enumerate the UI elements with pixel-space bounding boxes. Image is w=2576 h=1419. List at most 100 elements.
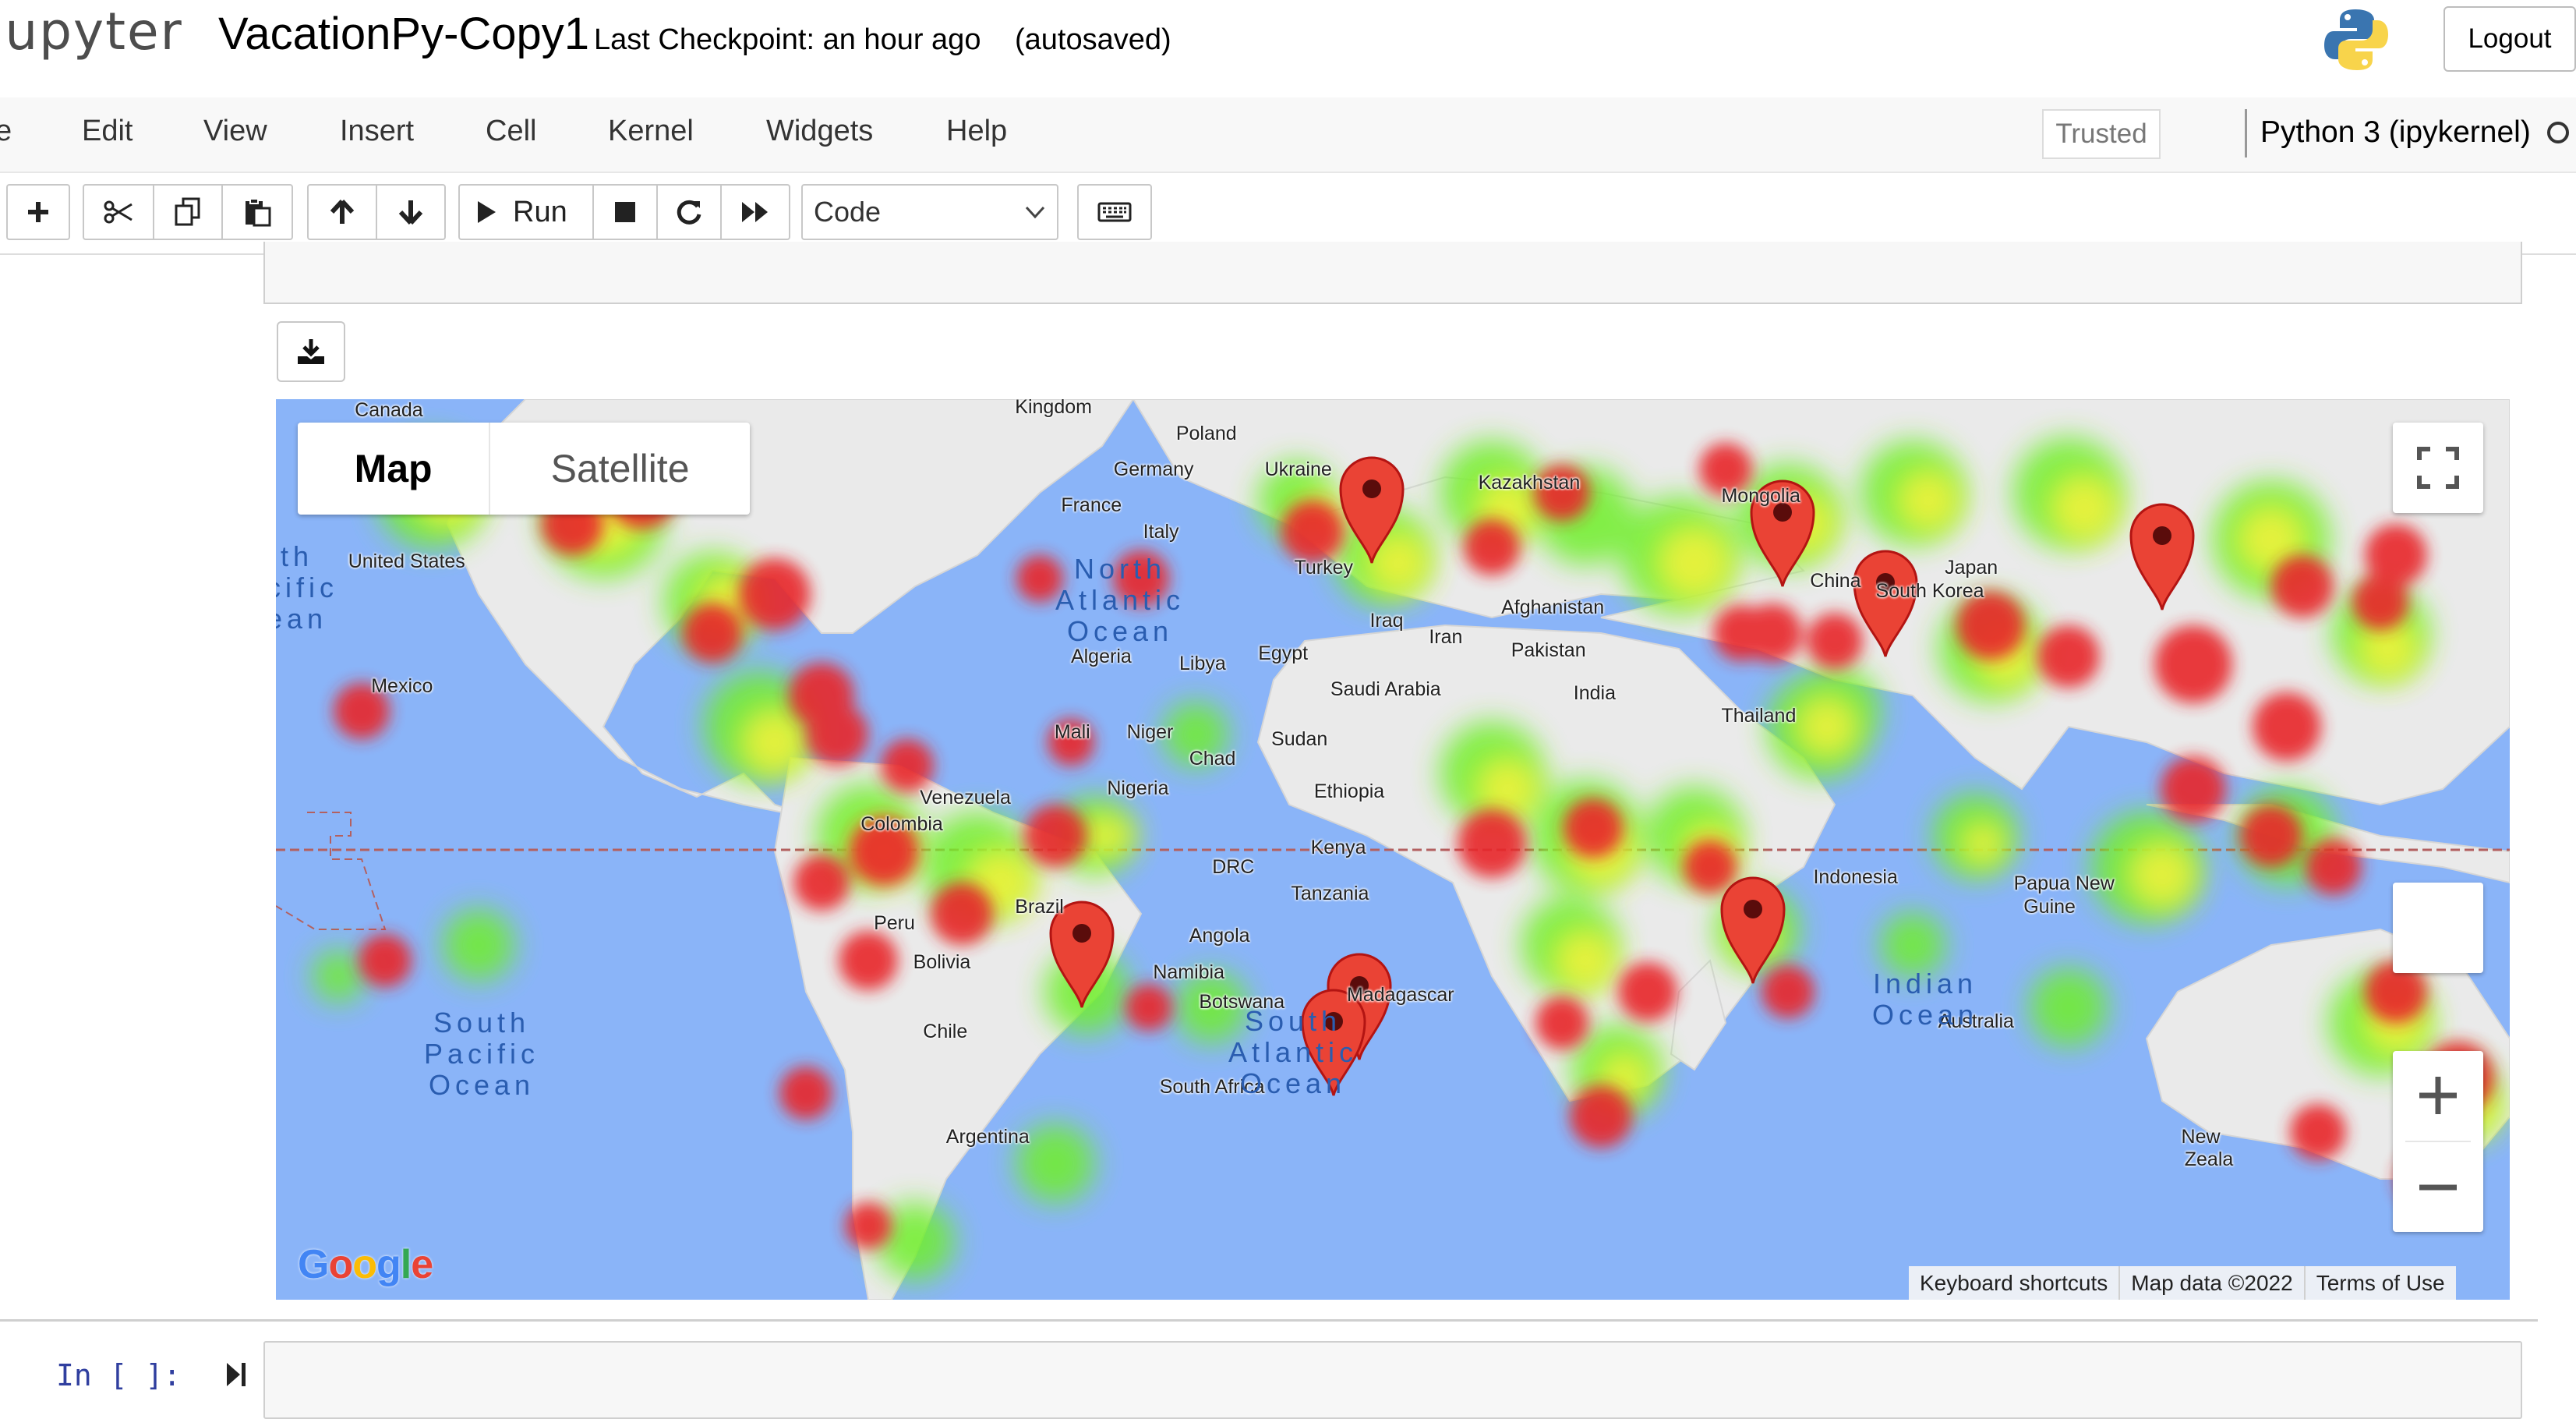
paste-button[interactable] xyxy=(221,184,293,240)
heat-blob xyxy=(2290,1104,2346,1160)
map-type-satellite-button[interactable]: Satellite xyxy=(490,423,750,515)
zoom-out-button[interactable] xyxy=(2393,1143,2483,1232)
fast-forward-icon xyxy=(742,202,768,222)
heat-blob xyxy=(442,908,515,982)
minus-icon xyxy=(2419,1184,2457,1191)
cell-type-select[interactable]: Code xyxy=(801,184,1058,240)
run-cell-icon[interactable] xyxy=(224,1361,248,1392)
heat-blob xyxy=(2029,968,2108,1047)
map-marker-dot xyxy=(1362,479,1381,498)
map-marker-dot xyxy=(1744,900,1762,918)
menu-help[interactable]: Help xyxy=(946,115,1007,148)
zoom-in-button[interactable] xyxy=(2393,1051,2483,1140)
kernel-name[interactable]: Python 3 (ipykernel) xyxy=(2260,115,2531,150)
menu-insert[interactable]: Insert xyxy=(340,115,414,148)
move-up-button[interactable] xyxy=(307,184,377,240)
google-logo[interactable]: Google xyxy=(298,1241,433,1288)
heat-blob xyxy=(1464,519,1520,575)
heat-blob xyxy=(2365,524,2427,586)
run-icon xyxy=(478,201,496,223)
heat-blob xyxy=(1655,524,1733,602)
logout-button[interactable]: Logout xyxy=(2443,6,2576,72)
heat-blob xyxy=(1618,962,1677,1021)
country-label: Chile xyxy=(923,1020,968,1042)
fullscreen-button[interactable] xyxy=(2393,423,2483,513)
country-label: Madagascar xyxy=(1346,984,1454,1007)
stop-icon xyxy=(615,202,635,222)
menu-kernel[interactable]: Kernel xyxy=(608,115,694,148)
menu-edit[interactable]: Edit xyxy=(82,115,133,148)
country-label: Germany xyxy=(1113,458,1194,480)
heat-blob xyxy=(1762,965,1815,1018)
heat-blob xyxy=(2161,756,2226,822)
street-view-button[interactable] xyxy=(2393,883,2483,973)
ocean-label-south-atlantic: South Atlantic Ocean xyxy=(1228,1006,1358,1099)
country-label: France xyxy=(1061,494,1122,517)
heat-blob xyxy=(1535,996,1588,1049)
country-label: Poland xyxy=(1175,422,1237,444)
google-logo-letter: o xyxy=(328,1242,353,1287)
run-button[interactable]: Run xyxy=(458,184,594,240)
copy-button[interactable] xyxy=(153,184,223,240)
cell-separator xyxy=(0,1319,2538,1322)
code-input-cell[interactable] xyxy=(263,1341,2522,1419)
country-label: Canada xyxy=(355,399,423,421)
menu-widgets[interactable]: Widgets xyxy=(766,115,873,148)
country-label: Kingdom xyxy=(1015,399,1092,418)
kernel-idle-icon xyxy=(2547,122,2569,143)
google-map[interactable]: Canada Kingdom Poland Ukraine Germany Kazakhs… xyxy=(276,399,2510,1300)
country-label: Nigeria xyxy=(1107,777,1169,799)
country-label: Saudi Arabia xyxy=(1330,678,1441,701)
map-type-control: Map Satellite xyxy=(298,423,750,515)
menu-view[interactable]: View xyxy=(203,115,267,148)
restart-run-all-button[interactable] xyxy=(720,184,790,240)
country-label: Thailand xyxy=(1721,705,1797,727)
restart-button[interactable] xyxy=(656,184,722,240)
ocean-label-north-atlantic: North Atlantic Ocean xyxy=(1055,554,1185,647)
insert-cell-button[interactable] xyxy=(6,184,70,240)
keyboard-shortcuts-link[interactable]: Keyboard shortcuts xyxy=(1909,1266,2118,1300)
jupyter-logo[interactable]: jupyter xyxy=(0,2,183,62)
map-data-credit: Map data ©2022 xyxy=(2118,1266,2303,1300)
heat-blob xyxy=(1458,809,1526,878)
fullscreen-icon xyxy=(2417,447,2459,489)
run-label: Run xyxy=(513,195,567,228)
menu-cell[interactable]: Cell xyxy=(486,115,536,148)
google-logo-letter: l xyxy=(400,1242,412,1287)
notebook-title[interactable]: VacationPy-Copy1 xyxy=(218,8,589,60)
map-marker-dot xyxy=(2153,526,2171,545)
heat-blob xyxy=(2306,839,2362,895)
country-label: DRC xyxy=(1212,855,1255,878)
country-label: Algeria xyxy=(1070,646,1132,668)
keyboard-icon xyxy=(1097,202,1132,222)
country-label: Brazil xyxy=(1015,895,1064,918)
heat-blob xyxy=(2271,555,2334,617)
country-label: Kazakhstan xyxy=(1478,471,1581,494)
interrupt-button[interactable] xyxy=(592,184,658,240)
country-label: Iraq xyxy=(1369,609,1404,632)
country-label: Peru xyxy=(874,911,915,934)
input-prompt: In [ ]: xyxy=(56,1358,182,1392)
heat-blob xyxy=(931,883,993,945)
heat-blob xyxy=(793,855,850,911)
heat-blob xyxy=(359,934,412,987)
cut-button[interactable] xyxy=(83,184,154,240)
command-palette-button[interactable] xyxy=(1077,184,1152,240)
map-canvas[interactable] xyxy=(276,399,2510,1300)
country-label: Italy xyxy=(1143,520,1179,543)
download-button[interactable] xyxy=(277,321,345,382)
move-down-button[interactable] xyxy=(376,184,446,240)
checkpoint-status: Last Checkpoint: an hour ago xyxy=(594,23,981,56)
cut-icon xyxy=(104,200,133,224)
country-label: New xyxy=(2181,1125,2221,1148)
menu-file[interactable]: e xyxy=(0,115,12,148)
heat-blob xyxy=(806,703,868,766)
map-type-map-button[interactable]: Map xyxy=(298,423,491,515)
country-label: Chad xyxy=(1189,747,1236,770)
previous-code-cell[interactable] xyxy=(263,242,2522,304)
country-label: Ukraine xyxy=(1264,458,1332,480)
heat-blob xyxy=(2154,625,2232,703)
terms-of-use-link[interactable]: Terms of Use xyxy=(2303,1266,2456,1300)
trusted-indicator[interactable]: Trusted xyxy=(2042,109,2161,159)
country-label: Sudan xyxy=(1271,727,1328,750)
